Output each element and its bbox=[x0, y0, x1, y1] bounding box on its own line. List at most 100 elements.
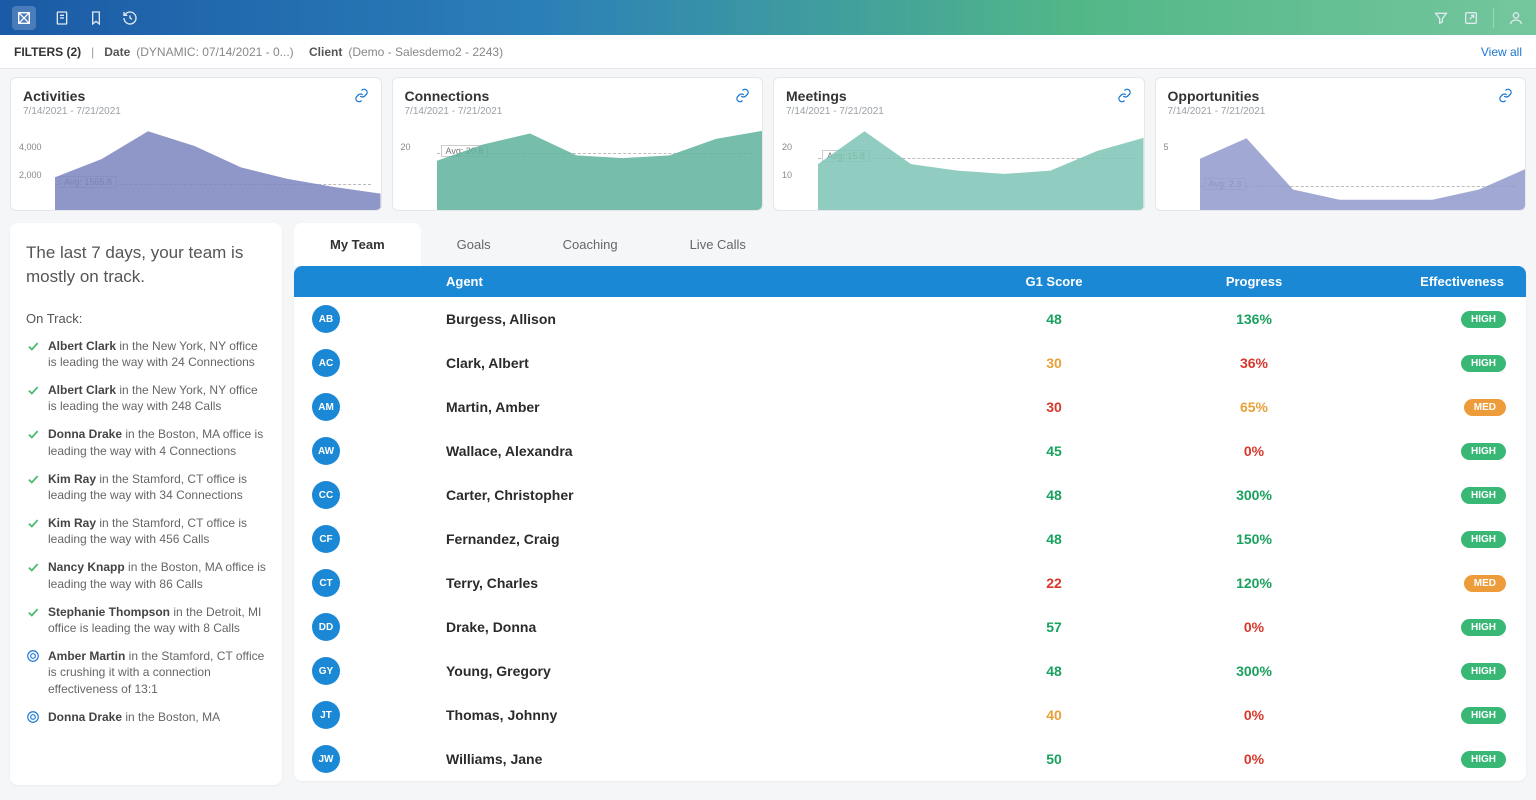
nav-divider bbox=[1493, 8, 1494, 28]
avatar: AC bbox=[312, 349, 340, 377]
th-agent[interactable]: Agent bbox=[446, 274, 954, 289]
check-icon bbox=[26, 560, 40, 574]
export-icon[interactable] bbox=[1463, 10, 1479, 26]
avatar: CT bbox=[312, 569, 340, 597]
table-body: AB Burgess, Allison 48 136% HIGH AC Clar… bbox=[294, 297, 1526, 781]
insight-item-text: Stephanie Thompson in the Detroit, MI of… bbox=[48, 604, 266, 636]
insight-item: Donna Drake in the Boston, MA bbox=[26, 703, 266, 731]
chart-daterange: 7/14/2021 - 7/21/2021 bbox=[405, 106, 751, 117]
link-icon[interactable] bbox=[1117, 88, 1132, 108]
agent-name: Fernandez, Craig bbox=[446, 531, 954, 547]
progress-value: 136% bbox=[1154, 311, 1354, 327]
bookmark-icon[interactable] bbox=[88, 10, 104, 26]
avatar: JW bbox=[312, 745, 340, 773]
date-filter-label[interactable]: Date bbox=[104, 45, 130, 59]
client-filter-value: (Demo - Salesdemo2 - 2243) bbox=[348, 45, 503, 59]
tabs: My TeamGoalsCoachingLive Calls bbox=[294, 223, 1526, 266]
avatar: CC bbox=[312, 481, 340, 509]
tab-goals[interactable]: Goals bbox=[421, 223, 527, 266]
insight-item: Amber Martin in the Stamford, CT office … bbox=[26, 642, 266, 703]
table-row[interactable]: CC Carter, Christopher 48 300% HIGH bbox=[294, 473, 1526, 517]
insight-item: Kim Ray in the Stamford, CT office is le… bbox=[26, 465, 266, 509]
filter-bar: FILTERS (2) | Date (DYNAMIC: 07/14/2021 … bbox=[0, 35, 1536, 69]
date-filter-value: (DYNAMIC: 07/14/2021 - 0...) bbox=[136, 45, 293, 59]
chart-ytick: 5 bbox=[1164, 142, 1169, 152]
effectiveness-badge: HIGH bbox=[1461, 751, 1506, 768]
g1-score: 48 bbox=[954, 531, 1154, 547]
chart-area bbox=[1200, 128, 1526, 210]
chart-ytick: 20 bbox=[782, 142, 792, 152]
table-row[interactable]: AM Martin, Amber 30 65% MED bbox=[294, 385, 1526, 429]
filter-icon[interactable] bbox=[1433, 10, 1449, 26]
effectiveness-badge: HIGH bbox=[1461, 619, 1506, 636]
effectiveness-badge: HIGH bbox=[1461, 443, 1506, 460]
th-progress[interactable]: Progress bbox=[1154, 274, 1354, 289]
table-row[interactable]: CT Terry, Charles 22 120% MED bbox=[294, 561, 1526, 605]
insight-item-text: Donna Drake in the Boston, MA bbox=[48, 709, 220, 725]
history-icon[interactable] bbox=[122, 10, 138, 26]
table-row[interactable]: DD Drake, Donna 57 0% HIGH bbox=[294, 605, 1526, 649]
chart-title: Meetings bbox=[786, 88, 1132, 104]
team-table: Agent G1 Score Progress Effectiveness AB… bbox=[294, 266, 1526, 781]
table-row[interactable]: AC Clark, Albert 30 36% HIGH bbox=[294, 341, 1526, 385]
tab-coaching[interactable]: Coaching bbox=[527, 223, 654, 266]
content-area: My TeamGoalsCoachingLive Calls Agent G1 … bbox=[294, 223, 1526, 785]
chart-body: 20 Avg: 20.8 bbox=[393, 128, 763, 210]
chart-ytick: 10 bbox=[782, 170, 792, 180]
insight-item-text: Kim Ray in the Stamford, CT office is le… bbox=[48, 515, 266, 547]
progress-value: 0% bbox=[1154, 707, 1354, 723]
view-all-link[interactable]: View all bbox=[1481, 45, 1522, 59]
chart-ytick: 2,000 bbox=[19, 170, 42, 180]
agent-name: Carter, Christopher bbox=[446, 487, 954, 503]
chart-body: 2010 Avg: 15.8 bbox=[774, 128, 1144, 210]
table-header: Agent G1 Score Progress Effectiveness bbox=[294, 266, 1526, 297]
user-icon[interactable] bbox=[1508, 10, 1524, 26]
g1-score: 30 bbox=[954, 355, 1154, 371]
agent-name: Wallace, Alexandra bbox=[446, 443, 954, 459]
agent-name: Clark, Albert bbox=[446, 355, 954, 371]
check-icon bbox=[26, 383, 40, 397]
check-icon bbox=[26, 339, 40, 353]
insight-list: Albert Clark in the New York, NY office … bbox=[26, 332, 266, 731]
insight-item: Nancy Knapp in the Boston, MA office is … bbox=[26, 553, 266, 597]
page-icon[interactable] bbox=[54, 10, 70, 26]
tab-my-team[interactable]: My Team bbox=[294, 223, 421, 266]
effectiveness-badge: HIGH bbox=[1461, 663, 1506, 680]
insight-item-text: Kim Ray in the Stamford, CT office is le… bbox=[48, 471, 266, 503]
insight-title: The last 7 days, your team is mostly on … bbox=[26, 241, 266, 289]
table-row[interactable]: JW Williams, Jane 50 0% HIGH bbox=[294, 737, 1526, 781]
table-row[interactable]: GY Young, Gregory 48 300% HIGH bbox=[294, 649, 1526, 693]
progress-value: 120% bbox=[1154, 575, 1354, 591]
effectiveness-badge: HIGH bbox=[1461, 531, 1506, 548]
insight-item-text: Donna Drake in the Boston, MA office is … bbox=[48, 426, 266, 458]
link-icon[interactable] bbox=[735, 88, 750, 108]
g1-score: 45 bbox=[954, 443, 1154, 459]
app-logo[interactable] bbox=[12, 6, 36, 30]
client-filter-label[interactable]: Client bbox=[309, 45, 342, 59]
chart-body: 5 Avg: 2.3 bbox=[1156, 128, 1526, 210]
chart-title: Connections bbox=[405, 88, 751, 104]
filters-label[interactable]: FILTERS (2) bbox=[14, 45, 81, 59]
agent-name: Thomas, Johnny bbox=[446, 707, 954, 723]
chart-ytick: 4,000 bbox=[19, 142, 42, 152]
agent-name: Terry, Charles bbox=[446, 575, 954, 591]
insight-item: Donna Drake in the Boston, MA office is … bbox=[26, 420, 266, 464]
link-icon[interactable] bbox=[1498, 88, 1513, 108]
table-row[interactable]: CF Fernandez, Craig 48 150% HIGH bbox=[294, 517, 1526, 561]
agent-name: Burgess, Allison bbox=[446, 311, 954, 327]
table-row[interactable]: AW Wallace, Alexandra 45 0% HIGH bbox=[294, 429, 1526, 473]
table-row[interactable]: JT Thomas, Johnny 40 0% HIGH bbox=[294, 693, 1526, 737]
chart-card-meetings: Meetings 7/14/2021 - 7/21/2021 2010 Avg:… bbox=[773, 77, 1145, 211]
chart-card-connections: Connections 7/14/2021 - 7/21/2021 20 Avg… bbox=[392, 77, 764, 211]
tab-live-calls[interactable]: Live Calls bbox=[654, 223, 782, 266]
progress-value: 300% bbox=[1154, 487, 1354, 503]
th-score[interactable]: G1 Score bbox=[954, 274, 1154, 289]
avatar: JT bbox=[312, 701, 340, 729]
table-row[interactable]: AB Burgess, Allison 48 136% HIGH bbox=[294, 297, 1526, 341]
link-icon[interactable] bbox=[354, 88, 369, 108]
g1-score: 22 bbox=[954, 575, 1154, 591]
avatar: AM bbox=[312, 393, 340, 421]
check-icon bbox=[26, 472, 40, 486]
th-effectiveness[interactable]: Effectiveness bbox=[1354, 274, 1514, 289]
progress-value: 0% bbox=[1154, 443, 1354, 459]
